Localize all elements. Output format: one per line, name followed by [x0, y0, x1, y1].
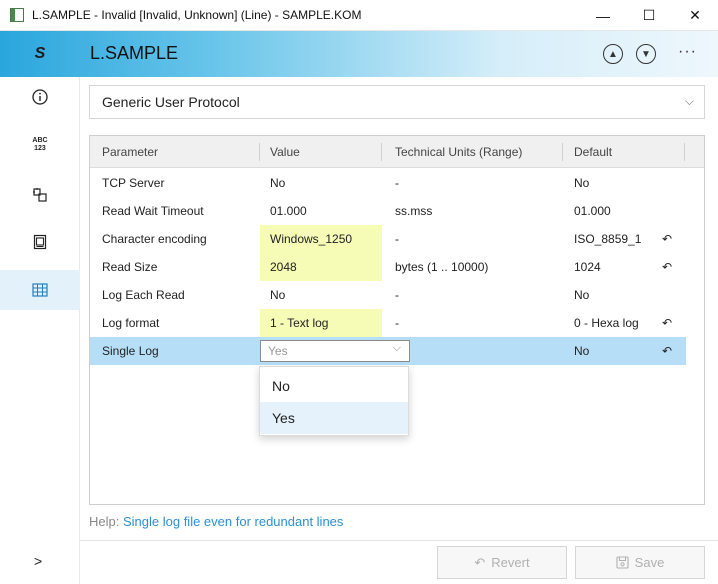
- dropdown-option-yes[interactable]: Yes: [260, 402, 408, 434]
- close-button[interactable]: ✕: [672, 0, 718, 31]
- cell-default: 01.000: [574, 204, 611, 218]
- nav-structure[interactable]: [0, 175, 80, 215]
- protocol-select[interactable]: Generic User Protocol ⌵: [89, 85, 705, 119]
- minimize-icon: —: [596, 7, 610, 24]
- help-description: Single log file even for redundant lines: [122, 514, 344, 529]
- expand-rail-button[interactable]: >: [34, 553, 42, 569]
- reset-to-default-button[interactable]: ↶: [659, 309, 675, 337]
- combobox-value: Yes: [268, 344, 288, 358]
- maximize-button[interactable]: ☐: [626, 0, 672, 31]
- undo-icon: ↶: [661, 232, 673, 246]
- table-row[interactable]: Log format 1 - Text log - 0 - Hexa log ↶: [90, 309, 686, 337]
- chevron-up-icon: ▲: [608, 48, 618, 60]
- cell-value-modified[interactable]: 2048: [260, 253, 382, 281]
- abc-123-icon: ABC 123: [32, 137, 48, 152]
- reset-to-default-button[interactable]: ↶: [659, 337, 675, 365]
- cell-units: -: [395, 176, 399, 190]
- footer-divider: [80, 540, 718, 541]
- grid-header: Parameter Value Technical Units (Range) …: [90, 136, 704, 168]
- more-options-button[interactable]: ···: [678, 43, 697, 61]
- nav-info[interactable]: [0, 77, 80, 117]
- document-icon: [33, 234, 47, 250]
- column-separator: [259, 143, 260, 161]
- left-nav-rail: ABC 123 >: [0, 77, 80, 584]
- nav-format[interactable]: ABC 123: [0, 125, 80, 165]
- table-row-selected[interactable]: Single Log Yes ⌵ No ↶: [90, 337, 686, 365]
- cell-default: 0 - Hexa log: [574, 316, 639, 330]
- value-combobox[interactable]: Yes ⌵: [260, 340, 410, 362]
- cell-default: ISO_8859_1: [574, 232, 642, 246]
- app-icon: [10, 8, 24, 22]
- structure-icon: [33, 188, 47, 202]
- window-title: L.SAMPLE - Invalid [Invalid, Unknown] (L…: [32, 8, 362, 22]
- table-row[interactable]: Read Wait Timeout 01.000 ss.mss 01.000: [90, 197, 686, 225]
- cell-units: ss.mss: [395, 204, 433, 218]
- info-icon: [32, 89, 48, 105]
- cell-value[interactable]: No: [260, 281, 382, 309]
- cell-units: -: [395, 316, 399, 330]
- chevron-down-icon: ▼: [641, 48, 651, 60]
- previous-button[interactable]: ▲: [603, 44, 623, 64]
- nav-parameters[interactable]: [0, 270, 80, 310]
- undo-icon: ↶: [661, 344, 673, 358]
- column-header-parameter[interactable]: Parameter: [102, 145, 158, 159]
- cell-units: bytes (1 .. 10000): [395, 260, 489, 274]
- next-button[interactable]: ▼: [636, 44, 656, 64]
- chevron-down-icon: ⌵: [392, 342, 401, 354]
- cell-default: No: [574, 176, 590, 190]
- table-row[interactable]: Read Size 2048 bytes (1 .. 10000) 1024 ↶: [90, 253, 686, 281]
- header-band: S L.SAMPLE ▲ ▼ ···: [0, 31, 718, 77]
- chevron-down-icon: ⌵: [684, 94, 694, 108]
- cell-parameter: Log format: [102, 316, 160, 330]
- cell-default: No: [574, 288, 590, 302]
- cell-parameter: TCP Server: [102, 176, 165, 190]
- table-row[interactable]: Log Each Read No - No: [90, 281, 686, 309]
- dropdown-option-no[interactable]: No: [260, 370, 408, 402]
- column-separator: [684, 143, 685, 161]
- reset-to-default-button[interactable]: ↶: [659, 253, 675, 281]
- undo-icon: ↶: [661, 316, 673, 330]
- app-logo-icon: S: [34, 45, 46, 62]
- protocol-select-value: Generic User Protocol: [102, 94, 240, 110]
- cell-value[interactable]: No: [260, 169, 382, 197]
- parameter-grid: Parameter Value Technical Units (Range) …: [89, 135, 705, 505]
- nav-document[interactable]: [0, 222, 80, 262]
- cell-parameter: Character encoding: [102, 232, 207, 246]
- column-header-default[interactable]: Default: [574, 145, 612, 159]
- close-icon: ✕: [689, 7, 701, 23]
- revert-label: Revert: [491, 555, 530, 570]
- table-row[interactable]: Character encoding Windows_1250 - ISO_88…: [90, 225, 686, 253]
- save-button[interactable]: Save: [575, 546, 705, 579]
- cell-parameter: Read Wait Timeout: [102, 204, 204, 218]
- cell-default: 1024: [574, 260, 601, 274]
- cell-units: -: [395, 232, 399, 246]
- cell-parameter: Single Log: [102, 344, 159, 358]
- column-separator: [381, 143, 382, 161]
- cell-value-modified[interactable]: Windows_1250: [260, 225, 382, 253]
- revert-button[interactable]: ↶ Revert: [437, 546, 567, 579]
- page-title: L.SAMPLE: [90, 43, 179, 63]
- column-header-value[interactable]: Value: [270, 145, 300, 159]
- cell-parameter: Log Each Read: [102, 288, 185, 302]
- column-header-units[interactable]: Technical Units (Range): [395, 145, 522, 159]
- undo-icon: ↶: [474, 554, 486, 570]
- cell-value-modified[interactable]: 1 - Text log: [260, 309, 382, 337]
- reset-to-default-button[interactable]: ↶: [659, 225, 675, 253]
- title-bar: L.SAMPLE - Invalid [Invalid, Unknown] (L…: [0, 0, 718, 31]
- cell-parameter: Read Size: [102, 260, 158, 274]
- floppy-disk-icon: [616, 556, 629, 569]
- help-prefix: Help:: [89, 514, 120, 529]
- save-label: Save: [634, 555, 665, 570]
- cell-units: -: [395, 288, 399, 302]
- cell-value[interactable]: 01.000: [260, 197, 382, 225]
- combobox-dropdown: No Yes: [259, 366, 409, 436]
- minimize-button[interactable]: —: [580, 0, 626, 31]
- cell-default: No: [574, 344, 590, 358]
- column-separator: [562, 143, 563, 161]
- table-row[interactable]: TCP Server No - No: [90, 169, 686, 197]
- table-grid-icon: [32, 283, 48, 297]
- help-text: Help: Single log file even for redundant…: [89, 514, 343, 529]
- undo-icon: ↶: [661, 260, 673, 274]
- maximize-icon: ☐: [642, 7, 656, 23]
